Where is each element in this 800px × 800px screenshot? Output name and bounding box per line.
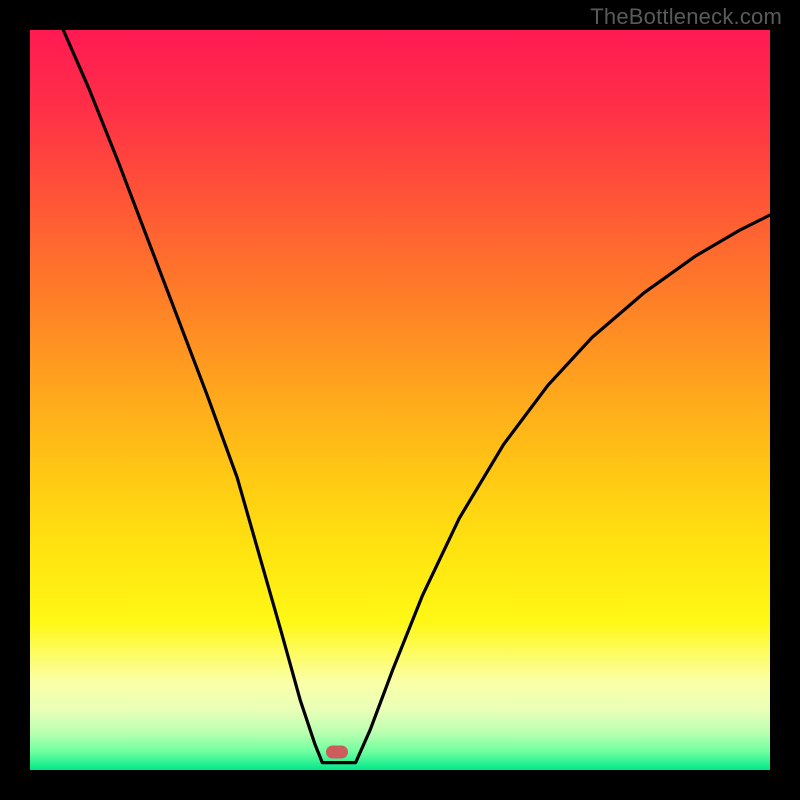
bottleneck-curve: [30, 30, 770, 770]
optimal-point-marker: [326, 745, 348, 758]
plot-area: [30, 30, 770, 770]
chart-frame: { "watermark": "TheBottleneck.com", "gra…: [0, 0, 800, 800]
watermark-text: TheBottleneck.com: [590, 4, 782, 30]
